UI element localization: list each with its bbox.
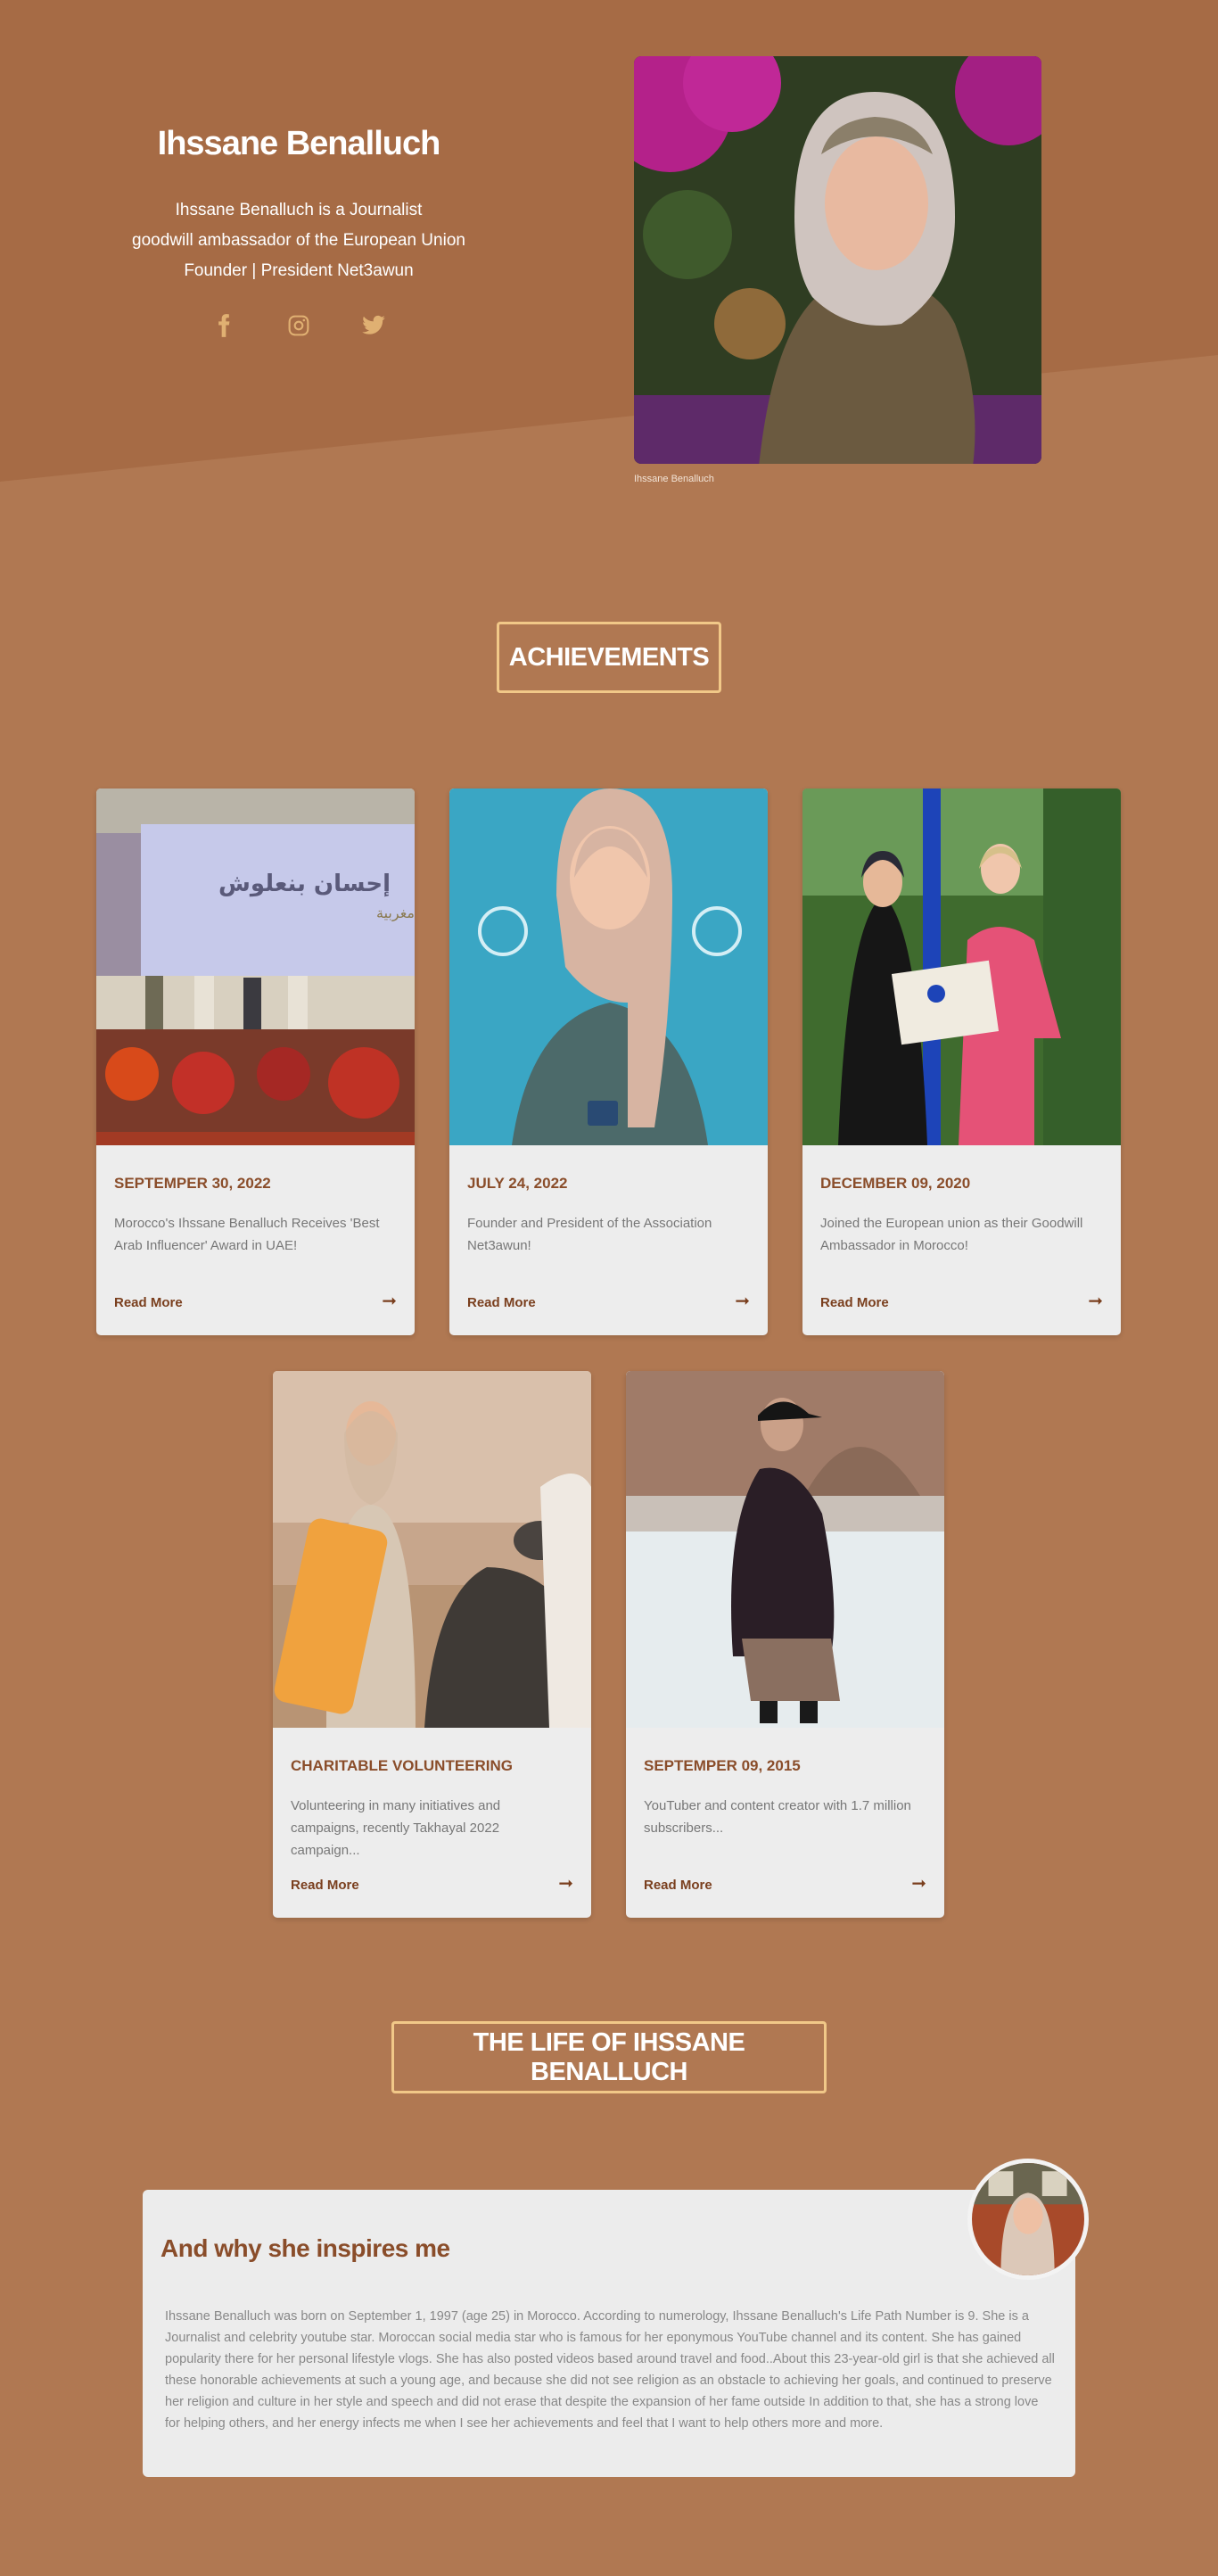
card-title: DECEMBER 09, 2020 bbox=[820, 1175, 971, 1192]
achievement-card[interactable]: SEPTEMPER 09, 2015 YouTuber and content … bbox=[626, 1371, 944, 1918]
bio-card: And why she inspires me Ihssane Benalluc… bbox=[143, 2190, 1075, 2477]
arrow-right-icon[interactable]: ➞ bbox=[911, 1872, 926, 1895]
hero-section: Ihssane Benalluch Ihssane Benalluch is a… bbox=[0, 0, 1218, 500]
card-description: YouTuber and content creator with 1.7 mi… bbox=[644, 1798, 911, 1836]
portrait-caption: Ihssane Benalluch bbox=[634, 474, 714, 484]
achievement-card[interactable]: JULY 24, 2022 Founder and President of t… bbox=[449, 788, 768, 1335]
arrow-right-icon[interactable]: ➞ bbox=[382, 1290, 397, 1312]
achievement-card[interactable]: CHARITABLE VOLUNTEERING Volunteering in … bbox=[273, 1371, 591, 1918]
card-image: إحسان بنعلوش مغربية bbox=[96, 788, 415, 1145]
arrow-right-icon[interactable]: ➞ bbox=[735, 1290, 750, 1312]
read-more-link[interactable]: Read More bbox=[644, 1878, 712, 1893]
card-description: Morocco's Ihssane Benalluch Receives 'Be… bbox=[114, 1216, 380, 1253]
award-banner-subtext: مغربية bbox=[376, 904, 415, 922]
arrow-right-icon[interactable]: ➞ bbox=[1088, 1290, 1103, 1312]
read-more-link[interactable]: Read More bbox=[820, 1295, 889, 1310]
achievement-card[interactable]: إحسان بنعلوش مغربية SEPTEMPER 30, 2022 M… bbox=[96, 788, 415, 1335]
arrow-right-icon[interactable]: ➞ bbox=[558, 1872, 573, 1895]
card-description: Volunteering in many initiatives and cam… bbox=[291, 1798, 501, 1858]
card-title: SEPTEMPER 30, 2022 bbox=[114, 1175, 271, 1192]
hero-line: Ihssane Benalluch is a Journalist bbox=[175, 201, 423, 219]
bio-title: And why she inspires me bbox=[160, 2234, 450, 2262]
read-more-link[interactable]: Read More bbox=[291, 1878, 359, 1893]
twitter-icon[interactable] bbox=[359, 311, 388, 340]
social-links bbox=[116, 311, 481, 340]
card-image bbox=[449, 788, 768, 1145]
bio-text: Ihssane Benalluch was born on September … bbox=[165, 2309, 1055, 2431]
achievements-heading-button[interactable]: ACHIEVEMENTS bbox=[497, 622, 721, 693]
card-image bbox=[273, 1371, 591, 1728]
read-more-link[interactable]: Read More bbox=[114, 1295, 183, 1310]
hero-line: goodwill ambassador of the European Unio… bbox=[132, 231, 465, 250]
card-title: CHARITABLE VOLUNTEERING bbox=[291, 1757, 514, 1774]
hero-intro: Ihssane Benalluch Ihssane Benalluch is a… bbox=[116, 125, 481, 340]
avatar bbox=[967, 2159, 1089, 2280]
card-image bbox=[802, 788, 1121, 1145]
card-title: SEPTEMPER 09, 2015 bbox=[644, 1757, 801, 1774]
card-title: JULY 24, 2022 bbox=[467, 1175, 568, 1192]
hero-portrait bbox=[634, 56, 1041, 464]
life-heading-button[interactable]: THE LIFE OF IHSSANE BENALLUCH bbox=[391, 2021, 827, 2093]
card-image bbox=[626, 1371, 944, 1728]
card-description: Founder and President of the Association… bbox=[467, 1216, 712, 1253]
achievement-card[interactable]: DECEMBER 09, 2020 Joined the European un… bbox=[802, 788, 1121, 1335]
hero-line: Founder | President Net3awun bbox=[184, 261, 414, 280]
card-description: Joined the European union as their Goodw… bbox=[820, 1216, 1083, 1253]
hero-name: Ihssane Benalluch bbox=[157, 125, 441, 162]
award-banner-text: إحسان بنعلوش bbox=[218, 871, 391, 897]
facebook-icon[interactable] bbox=[210, 311, 238, 340]
read-more-link[interactable]: Read More bbox=[467, 1295, 536, 1310]
instagram-icon[interactable] bbox=[284, 311, 313, 340]
